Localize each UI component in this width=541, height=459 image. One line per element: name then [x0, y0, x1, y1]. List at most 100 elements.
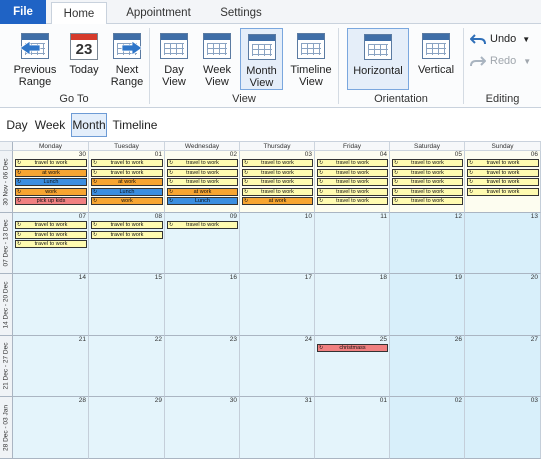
day-cell[interactable]: 26 [390, 336, 465, 397]
switch-day[interactable]: Day [4, 113, 30, 137]
appointment[interactable]: ↻ travel to work [317, 187, 388, 196]
day-number: 08 [154, 213, 162, 220]
day-cell[interactable]: 21 [13, 336, 89, 397]
appointment[interactable]: ↻ Lunch [167, 197, 238, 205]
day-cell[interactable]: 31 [240, 397, 315, 459]
day-cell[interactable]: 23 [165, 336, 240, 397]
redo-dropdown-icon[interactable]: ▼ [523, 57, 531, 66]
redo-icon [470, 56, 486, 67]
day-cell[interactable]: 27 [465, 336, 541, 397]
appointment[interactable]: ↻ at work [15, 168, 87, 177]
appointment[interactable]: ↻ at work [167, 187, 238, 196]
day-cell[interactable]: 24 [240, 336, 315, 397]
appointment[interactable]: ↻ travel to work [467, 178, 539, 186]
appointment[interactable]: ↻ travel to work [392, 187, 463, 196]
day-cell[interactable]: 12 [390, 213, 465, 274]
day-cell[interactable]: 02 [390, 397, 465, 459]
day-number: 26 [454, 336, 462, 343]
appointment[interactable]: ↻ travel to work [15, 159, 87, 167]
day-cell[interactable]: 19 [390, 274, 465, 336]
appointment[interactable]: ↻ travel to work [167, 178, 238, 186]
day-view-button[interactable]: Day View [154, 28, 194, 90]
appointment[interactable]: ↻ travel to work [392, 178, 463, 186]
horizontal-button[interactable]: Horizontal [347, 28, 409, 90]
appointment[interactable]: ↻ work [91, 197, 163, 205]
tab-file[interactable]: File [0, 0, 46, 24]
tab-settings[interactable]: Settings [208, 2, 274, 24]
day-number: 03 [530, 397, 538, 404]
goto-group: Previous Range 23 Today Next Range Go To [0, 24, 148, 108]
redo-button[interactable]: Redo ▼ [470, 52, 538, 70]
day-cell[interactable]: 18 [315, 274, 390, 336]
appointment[interactable]: ↻ travel to work [242, 178, 313, 186]
appointment[interactable]: ↻ travel to work [317, 197, 388, 205]
appointment[interactable]: ↻ travel to work [167, 159, 238, 167]
day-cell[interactable]: 14 [13, 274, 89, 336]
appointment[interactable]: ↻ travel to work [317, 159, 388, 167]
day-cell[interactable]: 30 [165, 397, 240, 459]
appointment[interactable]: ↻ at work [242, 197, 313, 205]
appointment[interactable]: ↻ work [15, 187, 87, 196]
day-cell[interactable]: 03 [465, 397, 541, 459]
appointment[interactable]: ↻ travel to work [317, 178, 388, 186]
day-cell[interactable]: 17 [240, 274, 315, 336]
day-cell[interactable]: 15 [89, 274, 165, 336]
vertical-button[interactable]: Vertical [413, 28, 459, 90]
appointment[interactable]: ↻ travel to work [167, 168, 238, 177]
day-cell[interactable]: 29 [89, 397, 165, 459]
appointment[interactable]: ↻ travel to work [467, 159, 539, 167]
day-number: 19 [454, 274, 462, 281]
appointment[interactable]: ↻ travel to work [91, 159, 163, 167]
recurrence-icon: ↻ [319, 345, 324, 351]
appointment[interactable]: ↻ travel to work [167, 221, 238, 229]
appointment[interactable]: ↻ travel to work [15, 240, 87, 248]
previous-range-button[interactable]: Previous Range [10, 28, 60, 90]
day-cell[interactable]: 22 [89, 336, 165, 397]
day-cell[interactable]: 10 [240, 213, 315, 274]
appointment[interactable]: ↻ travel to work [392, 159, 463, 167]
day-cell[interactable]: 13 [465, 213, 541, 274]
day-cell[interactable]: 16 [165, 274, 240, 336]
appointment[interactable]: ↻ travel to work [91, 221, 163, 229]
day-cell[interactable]: 01 [315, 397, 390, 459]
appointment[interactable]: ↻ travel to work [467, 187, 539, 196]
appointment[interactable]: ↻ travel to work [242, 168, 313, 177]
appointment[interactable]: ↻ travel to work [91, 230, 163, 239]
day-cell[interactable]: 20 [465, 274, 541, 336]
appointment[interactable]: ↻ Lunch [91, 187, 163, 196]
day-number: 01 [154, 151, 162, 158]
appointment[interactable]: ↻ pick up kids [15, 197, 87, 205]
appointment[interactable]: ↻ Lunch [15, 178, 87, 186]
week-view-button[interactable]: Week View [197, 28, 237, 90]
month-view-button[interactable]: Month View [240, 28, 283, 90]
appointment[interactable]: ↻ travel to work [15, 230, 87, 239]
appointment-subject: travel to work [486, 169, 520, 176]
appointment[interactable]: ↻ travel to work [242, 187, 313, 196]
appointment-subject: travel to work [261, 179, 294, 185]
timeline-view-button[interactable]: Timeline View [287, 28, 335, 90]
day-cell[interactable]: 11 [315, 213, 390, 274]
appointment[interactable]: ↻ travel to work [91, 168, 163, 177]
switch-timeline[interactable]: Timeline [111, 113, 159, 137]
week-range-text: 21 Dec - 27 Dec [2, 342, 10, 390]
tab-appointment[interactable]: Appointment [112, 2, 205, 24]
appointment[interactable]: ↻ travel to work [392, 197, 463, 205]
appointment-subject: travel to work [261, 188, 294, 195]
tab-home[interactable]: Home [51, 2, 107, 25]
appointment[interactable]: ↻ christmass [317, 344, 388, 352]
appointment[interactable]: ↻ travel to work [15, 221, 87, 229]
appointment[interactable]: ↻ travel to work [467, 168, 539, 177]
appointment[interactable]: ↻ at work [91, 178, 163, 186]
appointment[interactable]: ↻ travel to work [392, 168, 463, 177]
undo-button[interactable]: Undo ▼ [470, 30, 538, 48]
switch-week[interactable]: Week [33, 113, 67, 137]
appointment[interactable]: ↻ travel to work [317, 168, 388, 177]
appointment[interactable]: ↻ travel to work [242, 159, 313, 167]
next-range-button[interactable]: Next Range [106, 28, 148, 90]
day-cell[interactable]: 28 [13, 397, 89, 459]
switch-month[interactable]: Month [71, 113, 107, 137]
undo-dropdown-icon[interactable]: ▼ [522, 35, 530, 44]
appointment-subject: at work [42, 169, 60, 176]
today-button[interactable]: 23 Today [62, 28, 106, 90]
appointment-subject: travel to work [186, 160, 219, 166]
